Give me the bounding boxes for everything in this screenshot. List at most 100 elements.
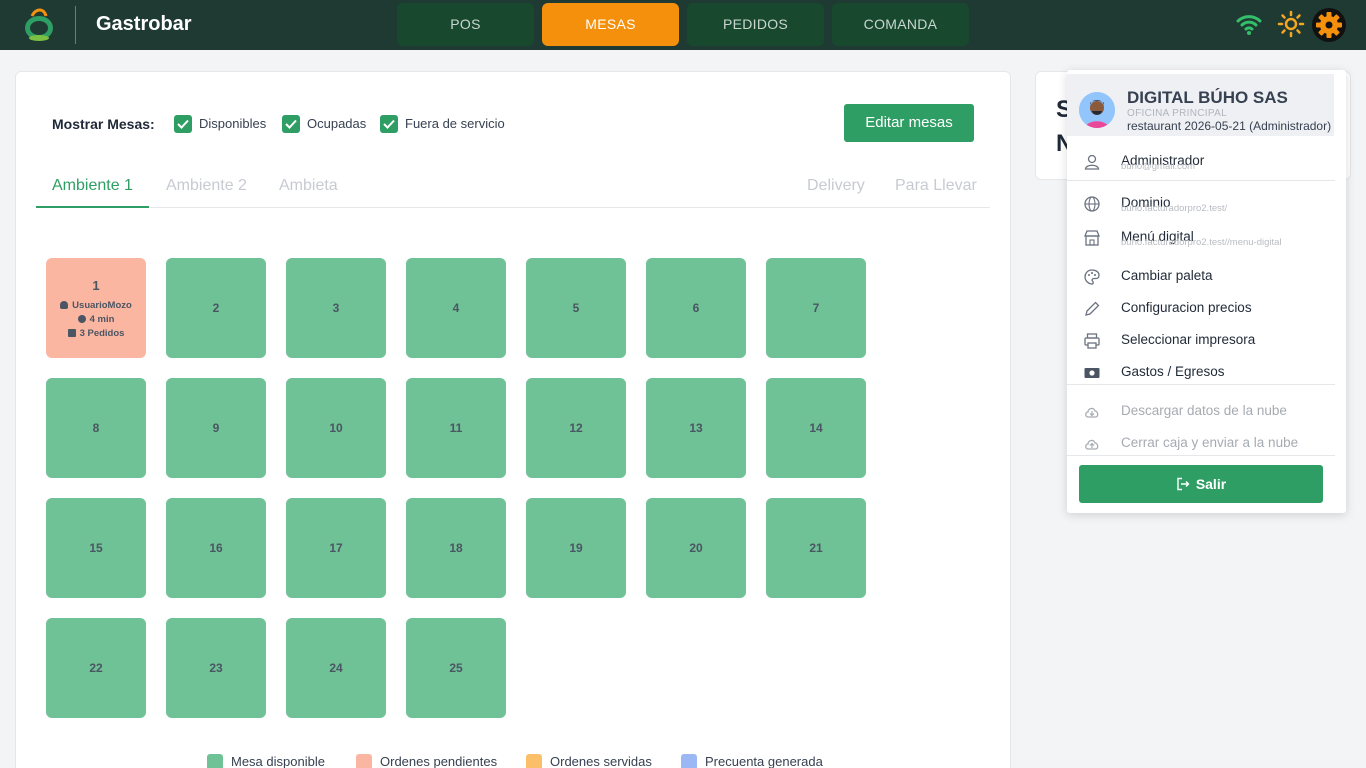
table-number: 8 [92, 421, 100, 435]
user-avatar-icon [1079, 92, 1115, 128]
table-card[interactable]: 3 [286, 258, 386, 358]
logout-button[interactable]: Salir [1079, 465, 1323, 503]
table-card[interactable]: 15 [46, 498, 146, 598]
nav-pedidos[interactable]: PEDIDOS [687, 3, 824, 46]
table-card[interactable]: 8 [46, 378, 146, 478]
gear-icon [1316, 12, 1342, 38]
tables-panel: Mostrar Mesas: Disponibles Ocupadas Fuer… [15, 71, 1011, 768]
show-tables-label: Mostrar Mesas: [52, 116, 155, 132]
table-number: 2 [212, 301, 220, 315]
domain-url: buho.facturadorpro2.test/ [1121, 203, 1228, 214]
table-card[interactable]: 13 [646, 378, 746, 478]
company-name: DIGITAL BÚHO SAS [1127, 88, 1288, 107]
table-card[interactable]: 5 [526, 258, 626, 358]
pencil-icon [1085, 301, 1100, 316]
table-number: 10 [329, 421, 343, 435]
table-card[interactable]: 20 [646, 498, 746, 598]
legend-label-pending: Ordenes pendientes [380, 754, 498, 768]
menu-item-prices[interactable]: Configuracion precios [1067, 294, 1346, 324]
menu-divider [1067, 180, 1335, 181]
store-icon [1084, 230, 1100, 246]
legend-label-precuenta: Precuenta generada [705, 754, 823, 768]
table-card[interactable]: 1 UsuarioMozo 4 min 3 Pedidos [46, 258, 146, 358]
money-icon [1084, 368, 1100, 378]
menu-item-download-cloud[interactable]: Descargar datos de la nube [1067, 397, 1346, 427]
table-card[interactable]: 18 [406, 498, 506, 598]
nav-pos[interactable]: POS [397, 3, 534, 46]
table-time: 4 min [77, 313, 115, 325]
table-card[interactable]: 9 [166, 378, 266, 478]
nav-mesas[interactable]: MESAS [542, 3, 679, 46]
nav-comanda[interactable]: COMANDA [832, 3, 969, 46]
table-number: 6 [692, 301, 700, 315]
table-number: 20 [689, 541, 703, 555]
table-number: 3 [332, 301, 340, 315]
table-number: 22 [89, 661, 103, 675]
avatar [1079, 92, 1115, 128]
menu-item-printer[interactable]: Seleccionar impresora [1067, 326, 1346, 356]
wifi-icon[interactable] [1235, 10, 1263, 38]
table-number: 7 [812, 301, 820, 315]
receipt-icon [67, 329, 76, 337]
table-number: 14 [809, 421, 823, 435]
tab-para-llevar[interactable]: Para Llevar [895, 177, 977, 195]
tab-ambiente-2[interactable]: Ambiente 2 [166, 177, 247, 195]
table-number: 11 [449, 421, 463, 435]
table-card[interactable]: 10 [286, 378, 386, 478]
table-card[interactable]: 19 [526, 498, 626, 598]
table-number: 25 [449, 661, 463, 675]
table-time-value: 4 min [89, 313, 115, 325]
table-card[interactable]: 2 [166, 258, 266, 358]
brand-title: Gastrobar [96, 13, 192, 35]
table-card[interactable]: 24 [286, 618, 386, 718]
tab-delivery[interactable]: Delivery [807, 177, 865, 195]
checkbox-fuera-servicio[interactable] [380, 115, 398, 133]
checkbox-disponibles[interactable] [174, 115, 192, 133]
table-card[interactable]: 4 [406, 258, 506, 358]
legend-swatch-pending [356, 754, 372, 768]
logo-icon [25, 8, 53, 41]
table-card[interactable]: 7 [766, 258, 866, 358]
table-card[interactable]: 21 [766, 498, 866, 598]
menu-item-palette[interactable]: Cambiar paleta [1067, 262, 1346, 292]
legend-swatch-available [207, 754, 223, 768]
table-card[interactable]: 23 [166, 618, 266, 718]
table-waiter: UsuarioMozo [60, 300, 132, 311]
table-number: 17 [329, 541, 343, 555]
checkbox-ocupadas[interactable] [282, 115, 300, 133]
table-card[interactable]: 12 [526, 378, 626, 478]
filter-label-disponibles: Disponibles [199, 116, 267, 131]
check-icon [285, 119, 297, 129]
table-card[interactable]: 17 [286, 498, 386, 598]
table-card[interactable]: 6 [646, 258, 746, 358]
table-card[interactable]: 16 [166, 498, 266, 598]
table-card[interactable]: 14 [766, 378, 866, 478]
sun-icon[interactable] [1277, 10, 1305, 38]
menu-item-expenses-label: Gastos / Egresos [1121, 364, 1225, 379]
tab-ambiente-1[interactable]: Ambiente 1 [52, 177, 133, 195]
table-number: 24 [329, 661, 343, 675]
menu-item-prices-label: Configuracion precios [1121, 300, 1252, 315]
globe-icon [1084, 196, 1100, 212]
user-email: buho@gmail.com [1121, 161, 1196, 172]
table-number: 19 [569, 541, 583, 555]
table-number: 1 [92, 277, 100, 293]
table-orders: 3 Pedidos [67, 328, 124, 339]
menu-item-user[interactable]: Administrador [1067, 147, 1346, 177]
tabs-divider [36, 207, 990, 208]
tab-ambieta[interactable]: Ambieta [279, 177, 338, 195]
edit-tables-button[interactable]: Editar mesas [844, 104, 974, 142]
digital-menu-url: buho.facturadorpro2.test//menu-digital [1121, 237, 1282, 248]
table-number: 9 [212, 421, 220, 435]
menu-divider [1067, 384, 1335, 385]
table-card[interactable]: 11 [406, 378, 506, 478]
check-icon [383, 119, 395, 129]
table-number: 4 [452, 301, 460, 315]
table-number: 23 [209, 661, 223, 675]
logo-divider [75, 6, 76, 44]
settings-button[interactable] [1312, 8, 1346, 42]
table-card[interactable]: 22 [46, 618, 146, 718]
table-number: 15 [89, 541, 103, 555]
table-card[interactable]: 25 [406, 618, 506, 718]
top-bar: Gastrobar POS MESAS PEDIDOS COMANDA [0, 0, 1366, 50]
